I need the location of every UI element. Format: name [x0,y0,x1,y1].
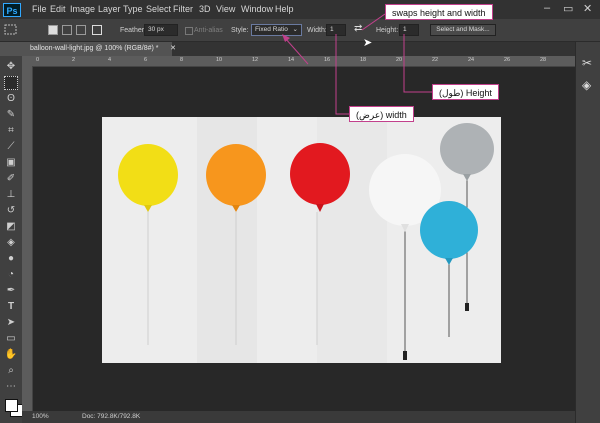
cursor-arrow-icon: ➤ [363,37,373,49]
annotation-lines [282,13,432,115]
swap-annotation: swaps height and width [385,4,493,20]
width-annotation: (عرض) width [349,106,414,122]
height-annotation: (طول) Height [432,84,499,100]
foreground-color-swatch[interactable] [5,399,18,412]
